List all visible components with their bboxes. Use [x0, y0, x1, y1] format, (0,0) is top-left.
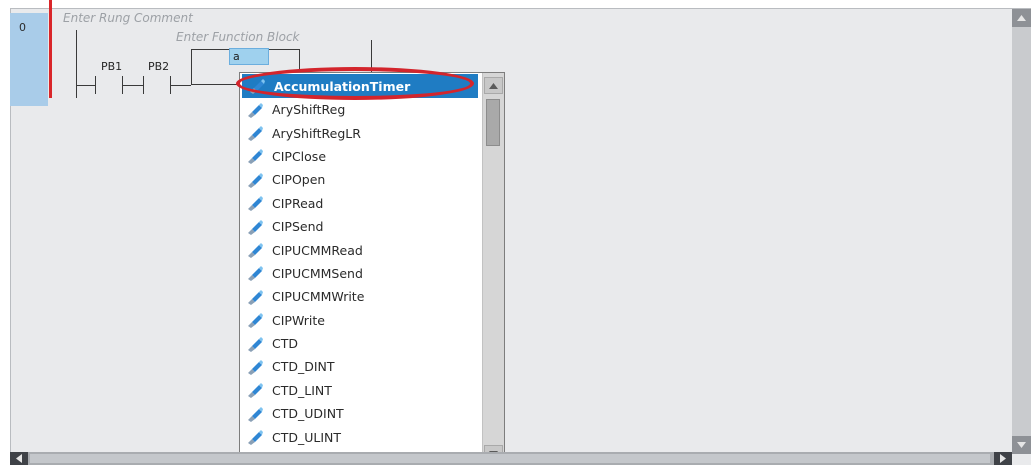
autocomplete-item-label: CTD_UDINT: [272, 406, 344, 422]
chevron-up-icon: [489, 82, 498, 89]
autocomplete-item[interactable]: CIPRead: [240, 192, 480, 215]
left-power-rail: [49, 0, 52, 98]
function-block-icon: [246, 195, 264, 212]
autocomplete-item-label: CIPUCMMSend: [272, 265, 363, 281]
autocomplete-item[interactable]: AccumulationTimer: [242, 74, 478, 98]
autocomplete-item-label: CIPRead: [272, 195, 324, 211]
editor-scroll-right-button[interactable]: [994, 452, 1012, 465]
function-block-icon: [246, 289, 264, 305]
autocomplete-item[interactable]: CIPUCMMSend: [240, 262, 480, 285]
function-block-icon: [246, 359, 264, 375]
editor-vertical-scrollbar[interactable]: [1012, 9, 1031, 454]
autocomplete-item-label: AryShiftReg: [272, 102, 346, 118]
autocomplete-scroll-thumb[interactable]: [486, 99, 500, 146]
autocomplete-scrollbar[interactable]: [482, 73, 504, 464]
scroll-up-button[interactable]: [484, 77, 503, 94]
chevron-up-icon: [1017, 15, 1026, 21]
autocomplete-item-label: CIPOpen: [272, 172, 326, 188]
autocomplete-item[interactable]: CIPClose: [240, 145, 480, 168]
autocomplete-item-label: CTD_LINT: [272, 382, 332, 398]
autocomplete-item[interactable]: CTD_ULINT: [240, 425, 480, 448]
function-block-name-input[interactable]: a: [229, 48, 269, 65]
function-block-icon: [246, 336, 264, 352]
autocomplete-item[interactable]: CIPWrite: [240, 309, 480, 332]
contact-label-pb1: PB1: [101, 60, 123, 73]
editor-horizontal-thumb[interactable]: [30, 454, 990, 463]
autocomplete-item[interactable]: CTD_DINT: [240, 355, 480, 378]
autocomplete-item-label: AryShiftRegLR: [272, 125, 361, 141]
autocomplete-item[interactable]: CTD_UDINT: [240, 402, 480, 425]
autocomplete-item[interactable]: AryShiftReg: [240, 98, 480, 121]
rung-wire: [170, 85, 191, 86]
ladder-editor[interactable]: [10, 8, 1031, 465]
editor-horizontal-scrollbar[interactable]: [10, 452, 1012, 465]
rung-wire: [76, 85, 95, 86]
autocomplete-item[interactable]: CIPOpen: [240, 168, 480, 191]
autocomplete-item-label: CIPClose: [272, 148, 327, 164]
autocomplete-item-label: CTD_ULINT: [272, 429, 342, 445]
autocomplete-item-label: CIPSend: [272, 219, 324, 235]
contact-label-pb2: PB2: [148, 60, 170, 73]
editor-scroll-up-button[interactable]: [1012, 9, 1031, 27]
function-block-icon: [246, 125, 264, 142]
function-block-icon: [246, 102, 264, 118]
autocomplete-item-label: CIPWrite: [272, 312, 325, 328]
autocomplete-item[interactable]: CTD_LINT: [240, 379, 480, 402]
autocomplete-item-label: CTD_DINT: [272, 359, 335, 375]
function-block-icon: [246, 265, 264, 282]
function-block-icon: [246, 382, 264, 399]
function-block-icon: [248, 78, 266, 94]
chevron-down-icon: [1017, 442, 1026, 448]
function-block-icon: [246, 172, 264, 188]
autocomplete-item[interactable]: AryShiftRegLR: [240, 121, 480, 144]
autocomplete-item-label: CIPUCMMRead: [272, 242, 363, 258]
function-block-icon: [246, 312, 264, 329]
function-block-icon: [246, 148, 264, 165]
function-block-icon: [246, 429, 264, 446]
autocomplete-dropdown[interactable]: AccumulationTimer AryShiftReg AryShiftRegL…: [239, 72, 505, 465]
editor-scroll-down-button[interactable]: [1012, 436, 1031, 454]
contact-pb1-left: [95, 76, 96, 94]
rung-vertical-wire: [76, 30, 77, 98]
autocomplete-list[interactable]: AccumulationTimer AryShiftReg AryShiftRegL…: [240, 73, 480, 464]
autocomplete-item-label: AccumulationTimer: [274, 78, 411, 94]
contact-pb2-left: [143, 76, 144, 94]
autocomplete-item-label: CTD: [272, 336, 298, 352]
function-block-comment-field[interactable]: Enter Function Block: [176, 30, 300, 44]
autocomplete-item[interactable]: CTD: [240, 332, 480, 355]
rung-wire: [122, 85, 143, 86]
autocomplete-item[interactable]: CIPSend: [240, 215, 480, 238]
chevron-right-icon: [1000, 454, 1006, 463]
rung-comment-field[interactable]: Enter Rung Comment: [63, 11, 193, 25]
function-block-icon: [246, 219, 264, 235]
function-block-icon: [246, 406, 264, 422]
editor-scroll-left-button[interactable]: [10, 452, 28, 465]
autocomplete-item-label: CIPUCMMWrite: [272, 289, 365, 305]
function-block-icon: [246, 242, 264, 259]
rung-number[interactable]: 0: [10, 13, 48, 106]
autocomplete-item[interactable]: CIPUCMMRead: [240, 238, 480, 261]
autocomplete-item[interactable]: CIPUCMMWrite: [240, 285, 480, 308]
chevron-left-icon: [16, 454, 22, 463]
